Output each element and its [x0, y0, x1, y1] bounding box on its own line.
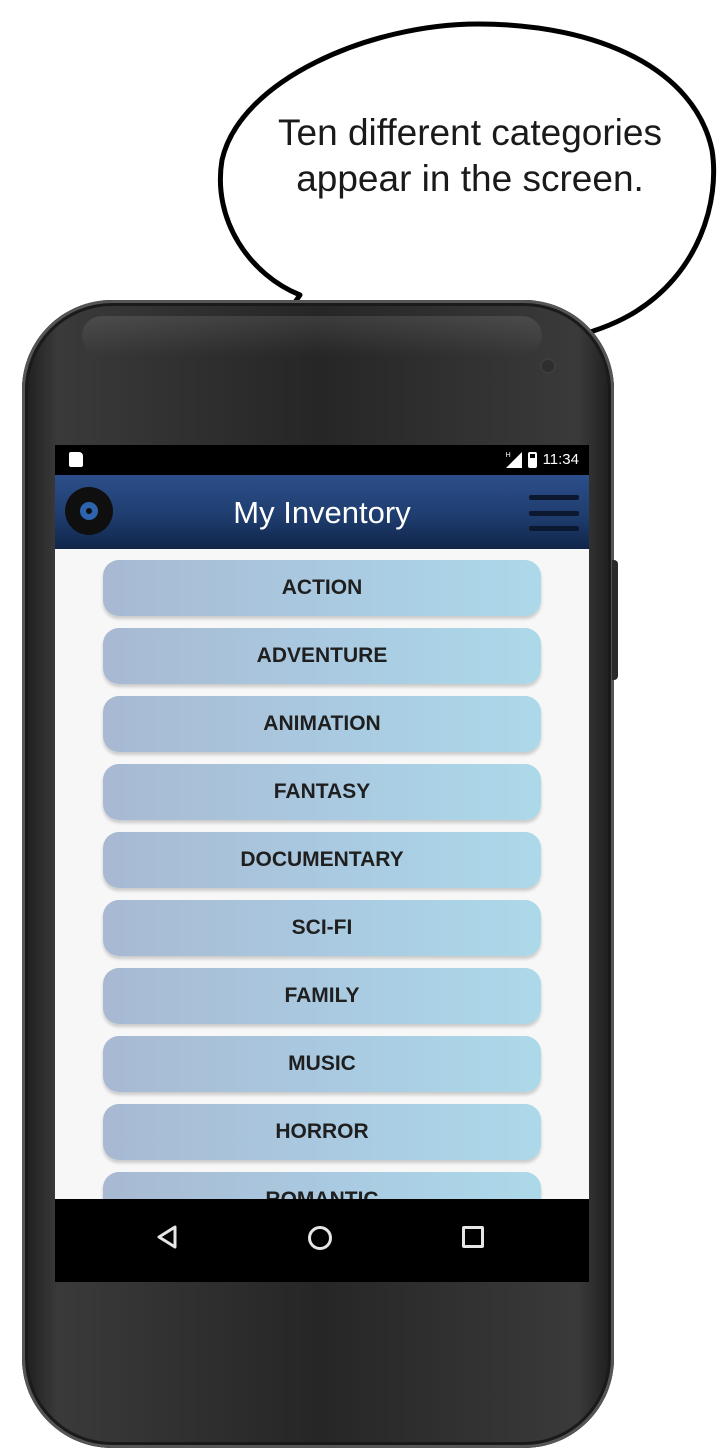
- back-icon[interactable]: [153, 1223, 181, 1251]
- app-header: My Inventory: [55, 475, 589, 549]
- menu-bar: [529, 526, 579, 531]
- category-button-documentary[interactable]: DOCUMENTARY: [103, 832, 541, 888]
- category-panel: ACTION ADVENTURE ANIMATION FANTASY DOCUM…: [55, 549, 589, 1228]
- status-right: H 11:34: [505, 451, 579, 468]
- page-title: My Inventory: [233, 495, 411, 530]
- recents-icon[interactable]: [462, 1226, 484, 1248]
- category-button-adventure[interactable]: ADVENTURE: [103, 628, 541, 684]
- stage: Ten different categories appear in the s…: [0, 0, 720, 1452]
- category-button-music[interactable]: MUSIC: [103, 1036, 541, 1092]
- category-button-action[interactable]: ACTION: [103, 560, 541, 616]
- phone-screen: H 11:34 My Inventory ACTION ADVENTURE AN…: [55, 445, 589, 1282]
- power-button: [612, 560, 618, 680]
- signal-icon: H: [505, 451, 522, 468]
- menu-bar: [529, 510, 579, 516]
- signal-label: H: [505, 451, 511, 459]
- category-button-horror[interactable]: HORROR: [103, 1104, 541, 1160]
- callout-text: Ten different categories appear in the s…: [278, 112, 662, 199]
- category-list: ACTION ADVENTURE ANIMATION FANTASY DOCUM…: [55, 549, 589, 1228]
- battery-icon: [527, 451, 537, 468]
- category-button-fantasy[interactable]: FANTASY: [103, 764, 541, 820]
- sd-card-icon: [69, 452, 83, 467]
- phone-highlight: [82, 316, 542, 356]
- menu-bar: [529, 495, 579, 500]
- category-button-sci-fi[interactable]: SCI-FI: [103, 900, 541, 956]
- hamburger-menu-icon[interactable]: [529, 495, 579, 531]
- category-button-family[interactable]: FAMILY: [103, 968, 541, 1024]
- category-button-animation[interactable]: ANIMATION: [103, 696, 541, 752]
- home-icon[interactable]: [308, 1226, 332, 1250]
- status-bar: H 11:34: [55, 445, 589, 475]
- front-camera: [540, 358, 556, 374]
- navigation-bar: [55, 1199, 589, 1282]
- status-time: 11:34: [542, 451, 579, 468]
